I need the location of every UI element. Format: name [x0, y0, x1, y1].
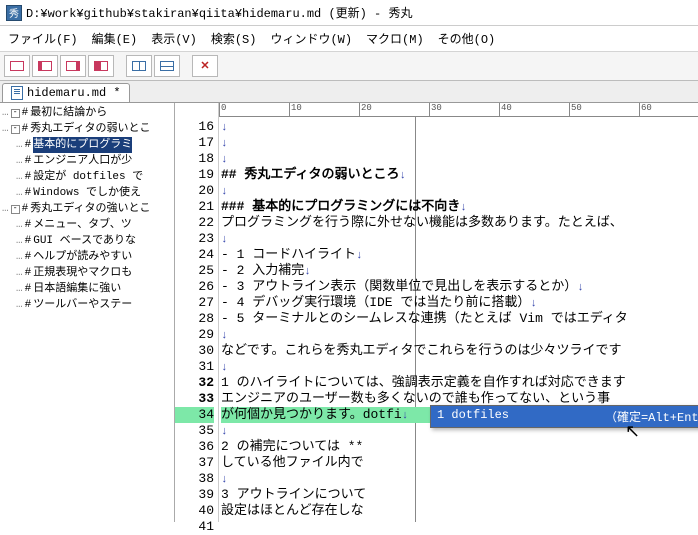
line[interactable]: ↓	[221, 359, 698, 375]
completion-hint: （確定=Alt+Enter）	[605, 408, 698, 425]
line[interactable]: ## 秀丸エディタの弱いところ↓	[221, 167, 698, 183]
layout-btn-3[interactable]	[60, 55, 86, 77]
line[interactable]: 1 のハイライトについては、強調表示定義を自作すれば対応できます	[221, 375, 698, 391]
menu-other[interactable]: その他(O)	[438, 30, 496, 47]
layout-btn-1[interactable]	[4, 55, 30, 77]
line[interactable]: ↓	[221, 327, 698, 343]
line[interactable]: などです。これらを秀丸エディタでこれらを行うのは少々ツライです	[221, 343, 698, 359]
line[interactable]: ↓	[221, 183, 698, 199]
outline-panel[interactable]: …-#最初に結論から…-#秀丸エディタの弱いとこ…#基本的にプログラミ…#エンジ…	[0, 103, 175, 522]
completion-popup[interactable]: 1 dotfiles （確定=Alt+Enter） ▲ ▼	[430, 405, 698, 428]
line[interactable]: ↓	[221, 519, 698, 522]
outline-item[interactable]: …#メニュー、タブ、ツ	[0, 217, 174, 233]
titlebar: 秀 D:¥work¥github¥stakiran¥qiita¥hidemaru…	[0, 0, 698, 26]
line[interactable]: 3 アウトラインについて	[221, 487, 698, 503]
line[interactable]: - 4 デバッグ実行環境（IDE では当たり前に搭載）↓	[221, 295, 698, 311]
line[interactable]: ↓	[221, 151, 698, 167]
menu-macro[interactable]: マクロ(M)	[366, 30, 424, 47]
outline-item[interactable]: …#ヘルプが読みやすい	[0, 249, 174, 265]
toolbar: ✕	[0, 52, 698, 81]
outline-item[interactable]: …#基本的にプログラミ	[0, 137, 174, 153]
outline-item[interactable]: …-#秀丸エディタの強いとこ	[0, 201, 174, 217]
line[interactable]: ↓	[221, 135, 698, 151]
outline-item[interactable]: …-#最初に結論から	[0, 105, 174, 121]
line[interactable]: 設定はほとんど存在しな	[221, 503, 698, 519]
outline-item[interactable]: …#GUI ベースでありな	[0, 233, 174, 249]
line[interactable]: - 5 ターミナルとのシームレスな連携（たとえば Vim ではエディタ	[221, 311, 698, 327]
line[interactable]: ### 基本的にプログラミングには不向き↓	[221, 199, 698, 215]
outline-item[interactable]: …#ツールバーやステー	[0, 297, 174, 313]
collapse-icon[interactable]: -	[11, 205, 20, 214]
outline-item[interactable]: …-#秀丸エディタの弱いとこ	[0, 121, 174, 137]
line[interactable]: ↓	[221, 119, 698, 135]
collapse-icon[interactable]: -	[11, 125, 20, 134]
outline-item[interactable]: …#日本語編集に強い	[0, 281, 174, 297]
tabbar: hidemaru.md *	[0, 81, 698, 103]
text-area[interactable]: ↓↓↓## 秀丸エディタの弱いところ↓↓### 基本的にプログラミングには不向き…	[219, 103, 698, 522]
editor[interactable]: 010203040506070 161718192021222324252627…	[175, 103, 698, 522]
outline-item[interactable]: …#正規表現やマクロも	[0, 265, 174, 281]
window-title: D:¥work¥github¥stakiran¥qiita¥hidemaru.m…	[26, 4, 412, 21]
line[interactable]: - 3 アウトライン表示（関数単位で見出しを表示するとか）↓	[221, 279, 698, 295]
line[interactable]: - 1 コードハイライト↓	[221, 247, 698, 263]
menu-file[interactable]: ファイル(F)	[8, 30, 78, 47]
line[interactable]: プログラミングを行う際に外せない機能は多数あります。たとえば、	[221, 215, 698, 231]
line[interactable]: - 2 入力補完↓	[221, 263, 698, 279]
menubar: ファイル(F) 編集(E) 表示(V) 検索(S) ウィンドウ(W) マクロ(M…	[0, 26, 698, 52]
outline-item[interactable]: …#Windows でしか使え	[0, 185, 174, 201]
split-h-btn[interactable]	[154, 55, 180, 77]
close-split-btn[interactable]: ✕	[192, 55, 218, 77]
tab-hidemaru[interactable]: hidemaru.md *	[2, 83, 130, 102]
outline-item[interactable]: …#設定が dotfiles で	[0, 169, 174, 185]
line[interactable]: ↓	[221, 471, 698, 487]
line[interactable]: している他ファイル内で	[221, 455, 698, 471]
completion-item[interactable]: 1 dotfiles （確定=Alt+Enter）	[431, 406, 698, 427]
workspace: …-#最初に結論から…-#秀丸エディタの弱いとこ…#基本的にプログラミ…#エンジ…	[0, 103, 698, 522]
gutter: 1617181920212223242526272829303132333435…	[175, 103, 219, 522]
menu-window[interactable]: ウィンドウ(W)	[270, 30, 352, 47]
app-icon: 秀	[6, 5, 22, 21]
layout-btn-2[interactable]	[32, 55, 58, 77]
menu-search[interactable]: 検索(S)	[211, 30, 257, 47]
completion-text: 1 dotfiles	[437, 408, 509, 425]
outline-item[interactable]: …#エンジニア人口が少	[0, 153, 174, 169]
menu-view[interactable]: 表示(V)	[151, 30, 197, 47]
tab-label: hidemaru.md *	[27, 86, 121, 100]
split-v-btn[interactable]	[126, 55, 152, 77]
layout-btn-4[interactable]	[88, 55, 114, 77]
line[interactable]: ↓	[221, 231, 698, 247]
menu-edit[interactable]: 編集(E)	[92, 30, 138, 47]
line[interactable]: 2 の補完については **	[221, 439, 698, 455]
document-icon	[11, 86, 23, 100]
collapse-icon[interactable]: -	[11, 109, 20, 118]
